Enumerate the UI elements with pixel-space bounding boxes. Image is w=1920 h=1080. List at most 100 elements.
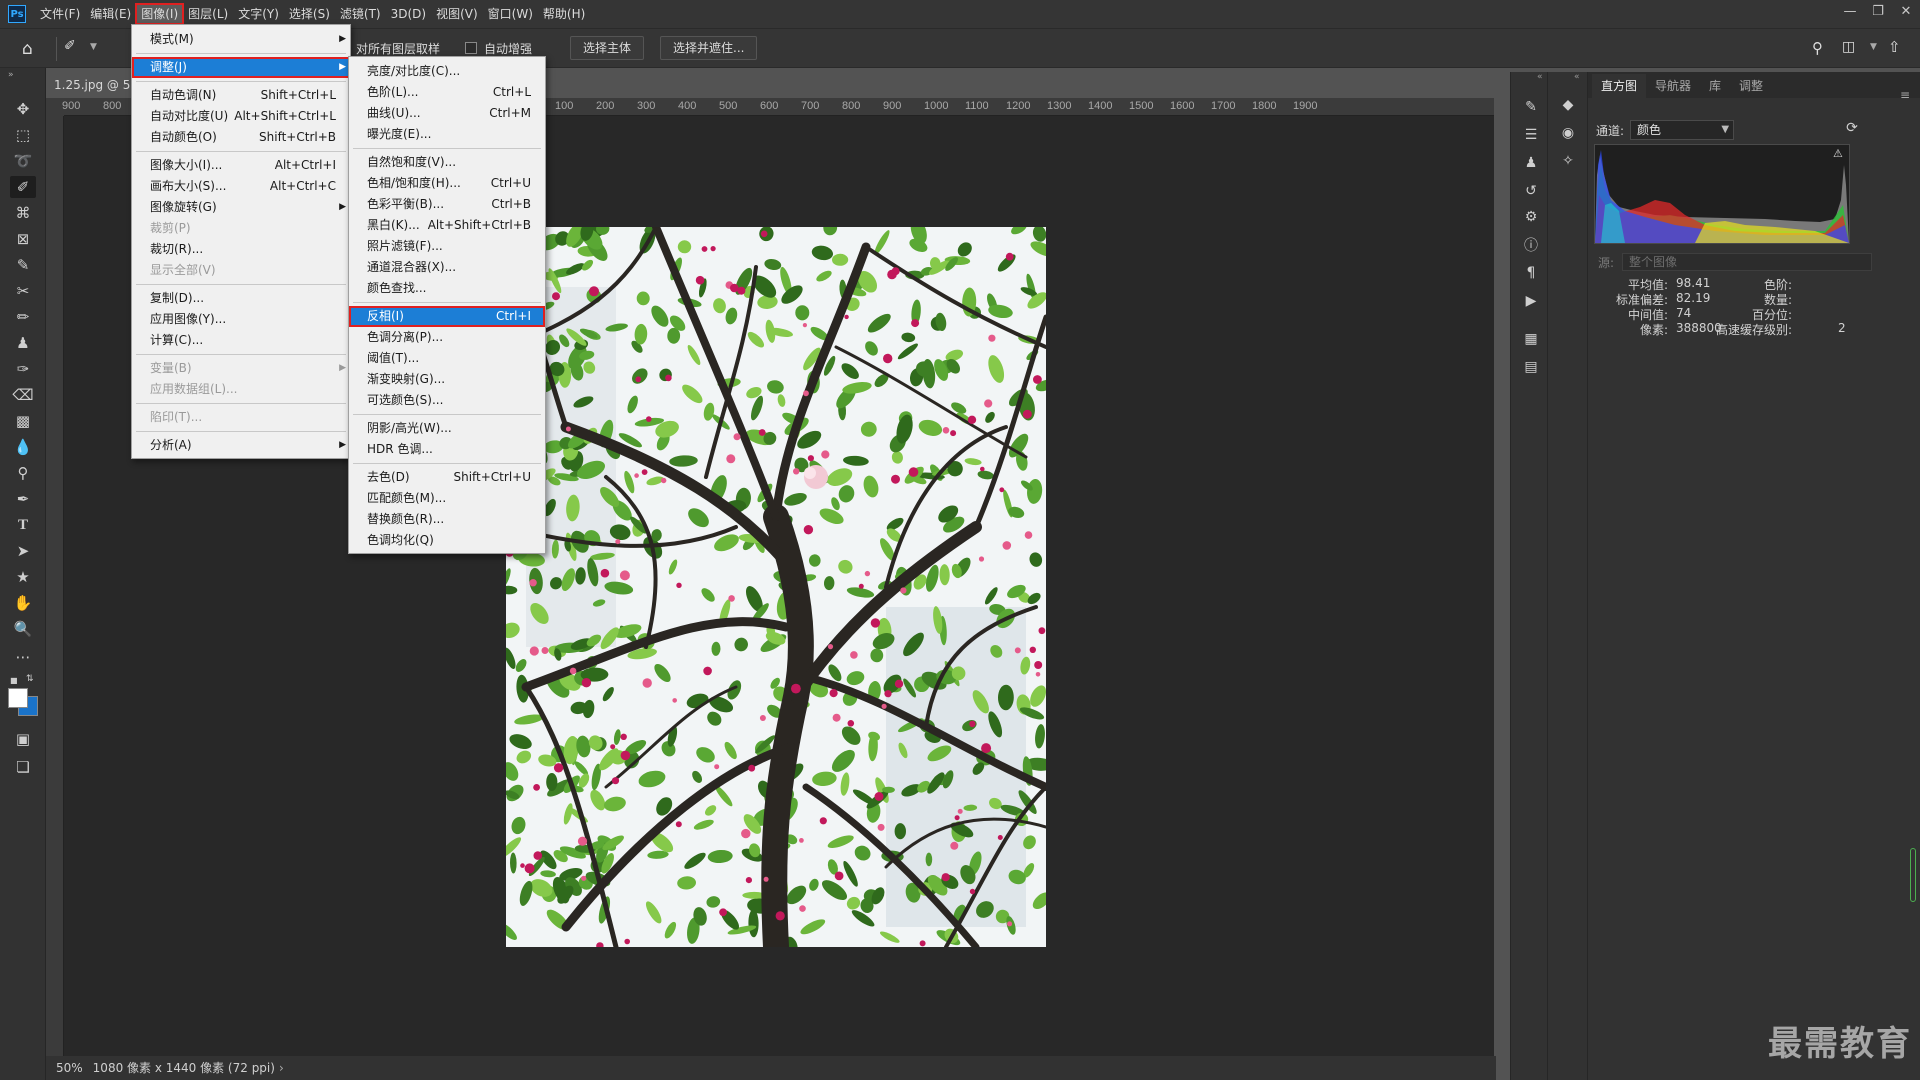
menu-item-0[interactable]: 文件(F) xyxy=(35,4,85,24)
paths-icon[interactable]: ✧ xyxy=(1557,150,1579,172)
lasso-tool-icon[interactable]: ➰ xyxy=(10,150,36,172)
foreground-color-swatch[interactable] xyxy=(8,688,28,708)
menu-item-1[interactable]: 编辑(E) xyxy=(85,4,136,24)
dodge-tool-icon[interactable]: ⚲ xyxy=(10,462,36,484)
menu-item-4[interactable]: 文字(Y) xyxy=(233,4,284,24)
search-icon[interactable]: ⚲ xyxy=(1812,39,1832,59)
menu-row[interactable]: 计算(C)... xyxy=(132,330,350,351)
menu-row[interactable]: 色彩平衡(B)... Ctrl+B xyxy=(349,194,545,215)
menu-row[interactable]: 图像大小(I)... Alt+Ctrl+I xyxy=(132,155,350,176)
hand-tool-icon[interactable]: ✋ xyxy=(10,592,36,614)
menu-row[interactable]: 色相/饱和度(H)... Ctrl+U xyxy=(349,173,545,194)
blur-tool-icon[interactable]: 💧 xyxy=(10,436,36,458)
frame-tool-icon[interactable]: ⊠ xyxy=(10,228,36,250)
zoom-tool-icon[interactable]: 🔍 xyxy=(10,618,36,640)
quick-selection-tool-icon[interactable]: ✐ xyxy=(10,176,36,198)
menu-row[interactable]: 自动颜色(O) Shift+Ctrl+B xyxy=(132,127,350,148)
tab-0[interactable]: 直方图 xyxy=(1592,74,1647,98)
move-tool-icon[interactable]: ✥ xyxy=(10,98,36,120)
paragraph-icon[interactable]: ¶ xyxy=(1520,262,1542,284)
restore-icon[interactable]: ❐ xyxy=(1864,0,1892,22)
menu-row[interactable]: 渐变映射(G)... xyxy=(349,369,545,390)
menu-row[interactable]: 反相(I) Ctrl+I xyxy=(349,306,545,327)
menu-item-6[interactable]: 滤镜(T) xyxy=(335,4,386,24)
close-icon[interactable]: ✕ xyxy=(1892,0,1920,22)
menu-row[interactable]: 应用图像(Y)... xyxy=(132,309,350,330)
document-image[interactable] xyxy=(506,227,1046,947)
auto-enhance-label[interactable]: 自动增强 xyxy=(484,40,532,57)
zoom-level[interactable]: 50% xyxy=(56,1056,83,1080)
menu-row[interactable]: 可选颜色(S)... xyxy=(349,390,545,411)
select-subject-button[interactable]: 选择主体 xyxy=(570,36,645,60)
menu-row[interactable]: 照片滤镜(F)... xyxy=(349,236,545,257)
history-brush-tool-icon[interactable]: ✑ xyxy=(10,358,36,380)
tab-3[interactable]: 调整 xyxy=(1730,74,1772,98)
menu-item-10[interactable]: 帮助(H) xyxy=(538,4,590,24)
collapse-icon[interactable]: » xyxy=(8,70,14,80)
menu-row[interactable]: 通道混合器(X)... xyxy=(349,257,545,278)
more-tools-icon[interactable]: ⋯ xyxy=(10,646,36,668)
menu-row[interactable]: 黑白(K)... Alt+Shift+Ctrl+B xyxy=(349,215,545,236)
quick-selection-brush-icon[interactable]: ✐ xyxy=(64,38,86,60)
menu-row[interactable]: 自动色调(N) Shift+Ctrl+L xyxy=(132,85,350,106)
menu-row[interactable]: 自然饱和度(V)... xyxy=(349,152,545,173)
sample-all-layers-label[interactable]: 对所有图层取样 xyxy=(356,40,440,57)
type-tool-icon[interactable]: T xyxy=(10,514,36,536)
menu-row[interactable]: 去色(D) Shift+Ctrl+U xyxy=(349,467,545,488)
brush-settings-icon[interactable]: ✎ xyxy=(1520,96,1542,118)
select-and-mask-button[interactable]: 选择并遮住... xyxy=(660,36,758,60)
menu-item-2[interactable]: 图像(I) xyxy=(135,3,185,25)
menu-row[interactable]: 曲线(U)... Ctrl+M xyxy=(349,103,545,124)
properties-icon[interactable]: ⚙ xyxy=(1520,206,1542,228)
chevron-down-icon[interactable]: ▼ xyxy=(90,42,97,52)
eyedropper-tool-icon[interactable]: ✎ xyxy=(10,254,36,276)
chevron-down-icon[interactable]: ▼ xyxy=(1870,42,1877,52)
menu-row[interactable]: 模式(M) ▶ xyxy=(132,29,350,50)
menu-item-9[interactable]: 窗口(W) xyxy=(483,4,538,24)
menu-row[interactable]: 分析(A) ▶ xyxy=(132,435,350,456)
adjustments-sliders-icon[interactable]: ☰ xyxy=(1520,124,1542,146)
default-colors-icon[interactable]: ■ xyxy=(10,676,20,685)
glyphs-icon[interactable]: ▦ xyxy=(1520,328,1542,350)
tab-2[interactable]: 库 xyxy=(1700,74,1730,98)
clone-stamp-tool-icon[interactable]: ♟ xyxy=(10,332,36,354)
menu-row[interactable]: 颜色查找... xyxy=(349,278,545,299)
eraser-tool-icon[interactable]: ⌫ xyxy=(10,384,36,406)
refresh-icon[interactable]: ⟳ xyxy=(1842,120,1862,140)
panel-scroll-indicator[interactable] xyxy=(1910,848,1916,902)
channel-select[interactable]: 颜色 ▼ xyxy=(1630,120,1735,140)
shape-tool-icon[interactable]: ★ xyxy=(10,566,36,588)
notes-icon[interactable]: ▤ xyxy=(1520,356,1542,378)
menu-row[interactable]: 色调均化(Q) xyxy=(349,530,545,551)
menu-item-7[interactable]: 3D(D) xyxy=(386,4,431,24)
share-icon[interactable]: ⇧ xyxy=(1888,38,1908,58)
menu-item-5[interactable]: 选择(S) xyxy=(284,4,335,24)
menu-row[interactable]: 图像旋转(G) ▶ xyxy=(132,197,350,218)
history-icon[interactable]: ↺ xyxy=(1520,180,1542,202)
menu-row[interactable]: 匹配颜色(M)... xyxy=(349,488,545,509)
collapse-icon[interactable]: « xyxy=(1574,72,1580,82)
actions-play-icon[interactable]: ▶ xyxy=(1520,290,1542,312)
marquee-tool-icon[interactable]: ⬚ xyxy=(10,124,36,146)
info-icon[interactable]: ⓘ xyxy=(1520,234,1542,256)
menu-row[interactable]: 自动对比度(U) Alt+Shift+Ctrl+L xyxy=(132,106,350,127)
menu-item-3[interactable]: 图层(L) xyxy=(183,4,233,24)
menu-row[interactable]: 色阶(L)... Ctrl+L xyxy=(349,82,545,103)
menu-row[interactable]: HDR 色调... xyxy=(349,439,545,460)
menu-row[interactable]: 调整(J) ▶ xyxy=(132,57,350,78)
menu-row[interactable]: 复制(D)... xyxy=(132,288,350,309)
tab-1[interactable]: 导航器 xyxy=(1646,74,1700,98)
healing-brush-tool-icon[interactable]: ✂ xyxy=(10,280,36,302)
clone-source-icon[interactable]: ♟ xyxy=(1520,152,1542,174)
layers-icon[interactable]: ◆ xyxy=(1557,94,1579,116)
collapse-icon[interactable]: « xyxy=(1537,72,1543,82)
document-info[interactable]: 1080 像素 x 1440 像素 (72 ppi) xyxy=(93,1056,275,1080)
crop-tool-icon[interactable]: ⌘ xyxy=(10,202,36,224)
gradient-tool-icon[interactable]: ▩ xyxy=(10,410,36,432)
menu-row[interactable]: 阈值(T)... xyxy=(349,348,545,369)
chevron-right-icon[interactable]: › xyxy=(279,1056,284,1080)
menu-row[interactable]: 画布大小(S)... Alt+Ctrl+C xyxy=(132,176,350,197)
workspace-icon[interactable]: ◫ xyxy=(1842,39,1862,59)
menu-row[interactable]: 曝光度(E)... xyxy=(349,124,545,145)
menu-row[interactable]: 替换颜色(R)... xyxy=(349,509,545,530)
